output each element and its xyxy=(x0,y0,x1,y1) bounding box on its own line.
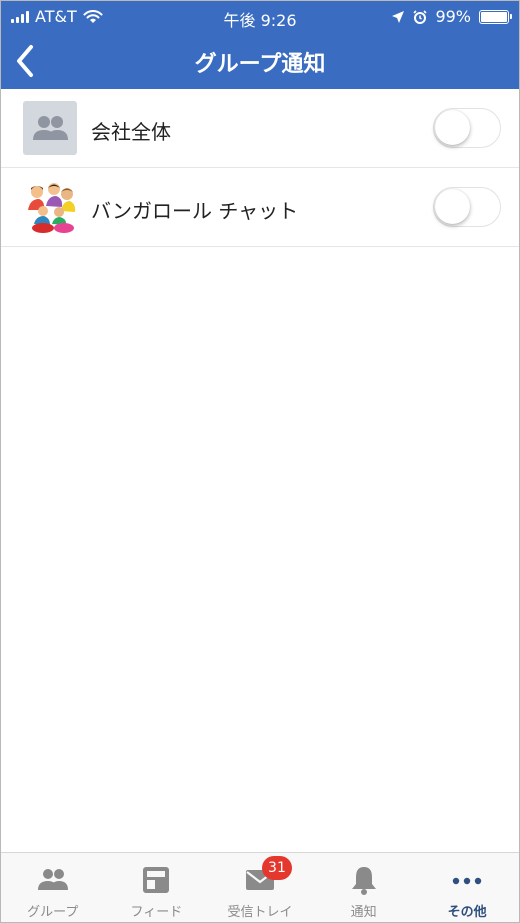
tab-groups[interactable]: グループ xyxy=(1,853,105,922)
battery-level-fill xyxy=(481,11,507,22)
people-icon xyxy=(37,869,68,890)
list-item-group-bangalore[interactable]: バンガロール チャット xyxy=(1,168,519,247)
battery-icon xyxy=(479,9,512,24)
tab-label: 受信トレイ xyxy=(227,905,293,920)
app-header: AT&T 午後 9:26 99% グループ通知 xyxy=(1,1,519,89)
more-icon xyxy=(452,877,482,885)
feed-icon xyxy=(143,867,170,893)
toggle-knob xyxy=(435,110,470,145)
navigation-bar: グループ通知 xyxy=(1,33,519,89)
group-name: バンガロール チャット xyxy=(91,199,299,223)
list-item-group-company[interactable]: 会社全体 xyxy=(1,89,519,168)
tab-more[interactable]: その他 xyxy=(415,853,519,922)
unread-count-badge: 31 xyxy=(262,856,292,880)
tab-label: その他 xyxy=(447,905,487,920)
notification-toggle[interactable] xyxy=(433,108,501,148)
group-list: 会社全体 バンガロール チャット xyxy=(1,89,519,247)
status-bar: AT&T 午後 9:26 99% xyxy=(1,1,519,33)
default-group-avatar-icon xyxy=(23,101,77,155)
tab-inbox[interactable]: 31 受信トレイ xyxy=(208,853,312,922)
people-illustration-avatar-icon xyxy=(23,180,77,234)
page-title: グループ通知 xyxy=(194,52,326,77)
battery-percent: 99% xyxy=(435,7,471,26)
tab-notifications[interactable]: 通知 xyxy=(312,853,416,922)
tab-label: フィード xyxy=(130,905,183,920)
group-name: 会社全体 xyxy=(91,120,171,144)
location-arrow-icon xyxy=(392,10,405,23)
tab-feed[interactable]: フィード xyxy=(105,853,209,922)
notification-toggle[interactable] xyxy=(433,187,501,227)
bell-icon xyxy=(351,867,376,895)
tab-label: グループ xyxy=(27,905,79,920)
tab-label: 通知 xyxy=(350,905,377,920)
status-right: 99% xyxy=(391,7,512,26)
tab-bar: グループ フィード 31 受信トレイ 通知 その他 xyxy=(1,852,519,922)
alarm-clock-icon xyxy=(413,9,428,24)
toggle-knob xyxy=(435,189,470,224)
